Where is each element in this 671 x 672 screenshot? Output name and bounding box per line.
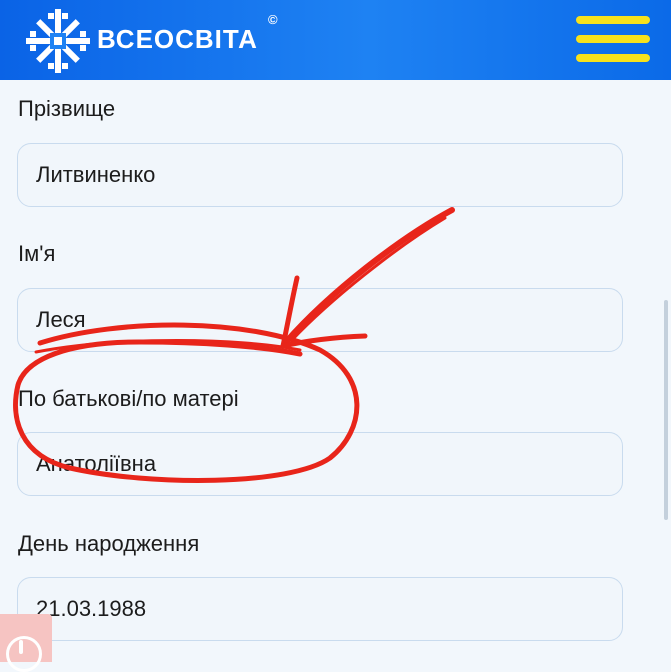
first-name-field[interactable] xyxy=(17,288,623,352)
site-header: ВСЕОСВІТА © xyxy=(0,0,671,80)
menu-bar xyxy=(576,54,650,62)
patronymic-field[interactable] xyxy=(17,432,623,496)
patronymic-label: По батькові/по матері xyxy=(18,386,239,411)
first-name-label: Ім'я xyxy=(18,241,56,266)
alert-button[interactable] xyxy=(0,614,52,672)
surname-label: Прізвище xyxy=(18,96,116,121)
snowflake-icon[interactable] xyxy=(22,5,94,77)
birthday-label: День народження xyxy=(18,531,200,556)
surname-field[interactable] xyxy=(17,143,623,207)
birthday-input[interactable] xyxy=(18,578,622,640)
patronymic-input[interactable] xyxy=(18,433,622,495)
exclamation-mark xyxy=(19,640,23,654)
exclamation-circle-icon xyxy=(6,636,42,672)
first-name-input[interactable] xyxy=(18,289,622,351)
brand-name[interactable]: ВСЕОСВІТА xyxy=(97,24,258,55)
menu-bar xyxy=(576,35,650,43)
scrollbar[interactable] xyxy=(664,300,668,520)
hamburger-menu-button[interactable] xyxy=(576,14,650,64)
copyright-mark: © xyxy=(268,12,278,27)
surname-input[interactable] xyxy=(18,144,622,206)
hamburger-menu-icon xyxy=(576,16,650,24)
birthday-field[interactable] xyxy=(17,577,623,641)
